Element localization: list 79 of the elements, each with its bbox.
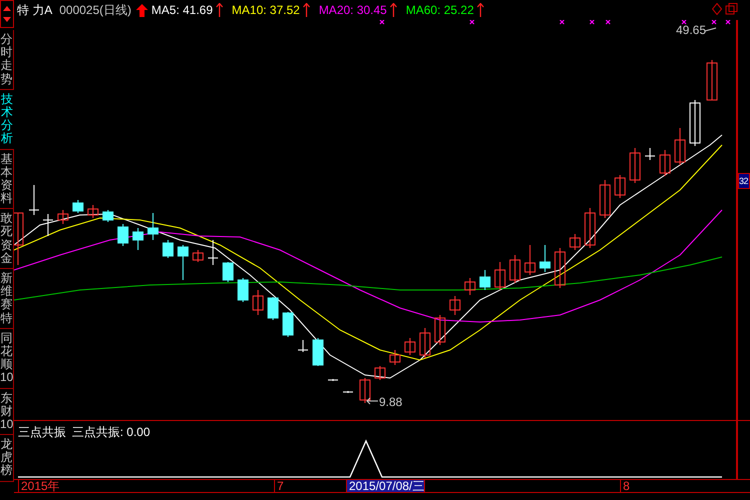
candlestick	[28, 184, 40, 216]
arrow-up-icon	[476, 3, 484, 17]
candlestick	[58, 210, 68, 224]
candlestick	[252, 290, 264, 316]
leader-arrow	[366, 398, 378, 404]
candlestick	[706, 60, 718, 100]
candlestick	[118, 224, 128, 246]
indicator-value: MA60: 25.22	[406, 3, 474, 17]
candlestick	[72, 200, 84, 214]
arrow-up-icon	[136, 4, 148, 16]
indicator-value: MA20: 30.45	[318, 3, 387, 17]
candlestick	[42, 214, 54, 236]
candlestick	[208, 240, 218, 266]
sidebar-tab[interactable]: 龙虎榜	[0, 435, 14, 482]
axis-label: 2015年	[18, 480, 60, 492]
price-tag: 32	[738, 173, 750, 189]
candlestick	[644, 148, 656, 160]
candlestick	[328, 378, 338, 382]
candlestick	[524, 244, 536, 276]
candlestick	[554, 248, 566, 288]
sidebar-tab[interactable]: 同花顺10	[0, 328, 14, 388]
stock-name: 特 力A	[17, 2, 52, 18]
candlestick	[390, 350, 400, 366]
arrow-up-icon	[302, 3, 310, 17]
candlestick	[434, 314, 446, 346]
candlestick	[192, 250, 204, 262]
axis-label: 8	[620, 480, 630, 492]
sidebar-tab[interactable]: 分时走势	[0, 30, 14, 90]
candlestick	[660, 150, 670, 176]
indicator-reading: 三点共振: 0.00	[72, 424, 150, 441]
candlestick	[132, 228, 144, 250]
indicator-value: MA10: 37.52	[232, 3, 300, 17]
candlestick	[630, 148, 640, 184]
sidebar-tab[interactable]: 技术分析	[0, 90, 14, 150]
candlestick	[494, 262, 506, 290]
candlestick	[88, 204, 98, 218]
candlestick	[420, 328, 430, 358]
candlestick	[614, 174, 626, 198]
candlestick	[480, 270, 490, 290]
candlestick	[312, 338, 324, 366]
candlestick	[102, 210, 114, 222]
candlestick	[14, 212, 24, 266]
candlestick	[268, 296, 278, 320]
price-high-label: 49.65	[676, 23, 706, 37]
candlestick	[464, 278, 476, 296]
arrow-up-icon	[390, 3, 397, 17]
candlestick	[222, 262, 234, 282]
axis-label: 7	[274, 480, 284, 492]
candlestick	[298, 340, 308, 352]
candlestick	[282, 312, 294, 338]
window-controls-icon[interactable]	[712, 3, 740, 15]
candlestick	[404, 338, 416, 356]
indicator-value: MA5: 41.69	[151, 3, 213, 17]
leader-line	[704, 28, 716, 32]
candlestick	[342, 390, 354, 394]
candlestick	[674, 128, 686, 166]
sidebar-tab[interactable]: 新维赛特	[0, 269, 14, 329]
price-low-label: 9.88	[379, 395, 402, 409]
candlestick	[510, 254, 520, 284]
candlestick	[238, 278, 248, 302]
candlestick	[374, 366, 386, 380]
candlestick	[178, 244, 188, 280]
sidebar-tab[interactable]: 东财10	[0, 388, 14, 436]
candlestick	[162, 240, 174, 258]
stock-code: 000025(日线)	[59, 2, 132, 18]
axis-label: 2015/07/08/三	[346, 479, 426, 493]
sidebar-tab[interactable]: 基本资料	[0, 150, 14, 210]
candlestick	[600, 180, 610, 218]
sidebar-tab[interactable]: 敢死资金	[0, 209, 14, 269]
candlestick	[148, 212, 158, 240]
arrow-up-icon	[216, 3, 223, 17]
candlestick	[570, 234, 580, 250]
candlestick	[690, 100, 700, 146]
indicator-title: 三点共振	[18, 424, 66, 441]
scroll-arrows-icon[interactable]	[0, 0, 14, 28]
candlestick	[540, 244, 550, 272]
candlestick	[360, 378, 370, 404]
candlestick	[450, 296, 460, 316]
candlestick	[584, 208, 596, 248]
